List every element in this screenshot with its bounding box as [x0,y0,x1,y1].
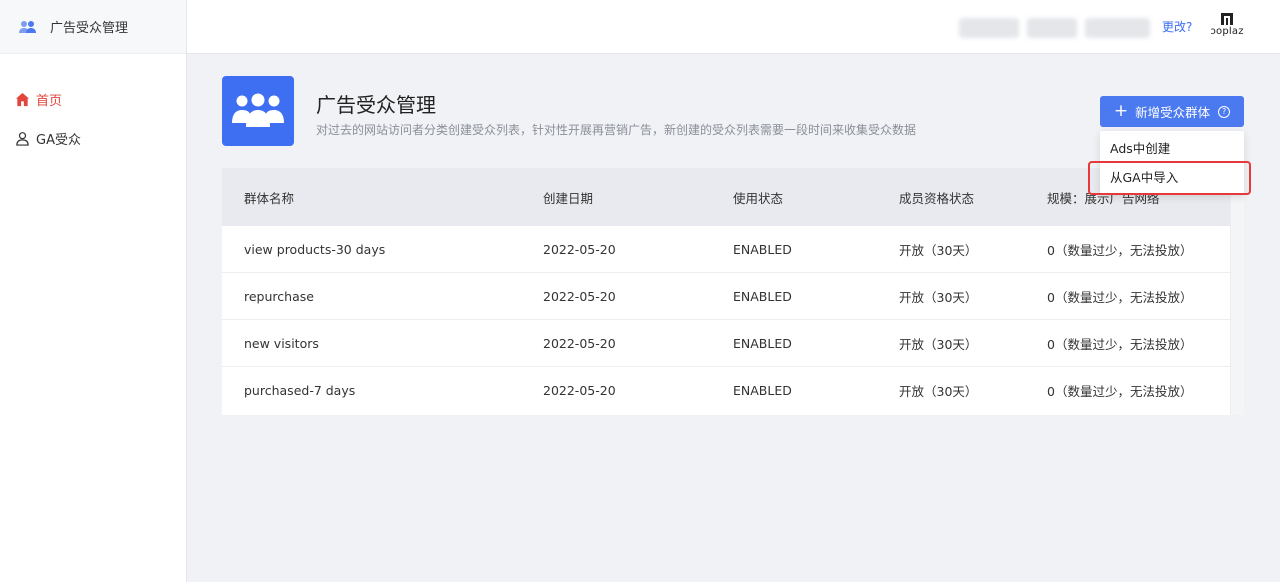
brand-text: ɔoplaz [1210,26,1244,37]
page-description: 对过去的网站访问者分类创建受众列表，针对性开展再营销广告，新创建的受众列表需要一… [316,123,917,137]
cell-name: repurchase [244,288,314,304]
column-header-membership: 成员资格状态 [899,190,975,206]
top-bar: 更改? ɔoplaz [187,0,1280,54]
add-audience-dropdown: Ads中创建 从GA中导入 [1100,131,1244,195]
cell-size: 0（数量过少，无法投放） [1047,384,1193,399]
sidebar-item-ga-audience[interactable]: GA受众 [0,119,186,158]
cell-created-date: 2022-05-20 [543,241,616,257]
menu-item-create-in-ads[interactable]: Ads中创建 [1100,134,1244,163]
cell-created-date: 2022-05-20 [543,335,616,351]
cell-name: new visitors [244,335,319,351]
table-row[interactable]: purchased-7 days 2022-05-20 ENABLED 开放（3… [222,367,1244,414]
table-scrollbar[interactable] [1230,168,1244,415]
menu-item-import-from-ga[interactable]: 从GA中导入 [1100,163,1244,192]
cell-status: ENABLED [733,335,792,351]
column-header-status: 使用状态 [733,190,784,206]
cell-created-date: 2022-05-20 [543,288,616,304]
sidebar-item-label: GA受众 [36,133,81,148]
cell-status: ENABLED [733,383,792,398]
add-audience-button[interactable]: + 新增受众群体 ? [1100,96,1244,127]
redacted-account-block [959,18,1019,38]
add-audience-label: 新增受众群体 [1135,105,1211,120]
sidebar-header: 广告受众管理 [0,0,186,54]
help-icon[interactable]: ? [1218,105,1231,118]
sidebar: 广告受众管理 首页 GA受众 [0,0,187,582]
page-title: 广告受众管理 [316,93,436,117]
sidebar-nav: 首页 GA受众 [0,54,186,158]
brand-logo[interactable]: ɔoplaz [1205,12,1249,37]
sidebar-item-label: 首页 [36,94,63,109]
cell-status: ENABLED [733,241,792,257]
column-header-created-date: 创建日期 [543,190,594,206]
cell-size: 0（数量过少，无法投放） [1047,289,1193,305]
audience-table: 群体名称 创建日期 使用状态 成员资格状态 规模：展示广告网络 view pro… [222,168,1244,415]
cell-name: view products-30 days [244,241,386,257]
cell-membership: 开放（30天） [899,336,978,352]
brand-mark-icon [1221,13,1233,25]
change-account-link[interactable]: 更改? [1162,18,1192,35]
table-row[interactable]: new visitors 2022-05-20 ENABLED 开放（30天） … [222,320,1244,367]
cell-status: ENABLED [733,288,792,304]
app-title: 广告受众管理 [50,21,129,36]
sidebar-item-home[interactable]: 首页 [0,80,186,119]
cell-membership: 开放（30天） [899,242,978,258]
cell-created-date: 2022-05-20 [543,383,616,398]
cell-membership: 开放（30天） [899,384,978,399]
table-row[interactable]: repurchase 2022-05-20 ENABLED 开放（30天） 0（… [222,273,1244,320]
user-icon [14,131,30,147]
home-icon [14,92,30,108]
table-header: 群体名称 创建日期 使用状态 成员资格状态 规模：展示广告网络 [222,168,1244,226]
audience-icon [18,19,38,35]
column-header-name: 群体名称 [244,190,295,206]
cell-membership: 开放（30天） [899,289,978,305]
plus-icon: + [1113,101,1129,121]
cell-size: 0（数量过少，无法投放） [1047,242,1193,258]
audience-group-icon [222,76,294,146]
cell-name: purchased-7 days [244,383,356,398]
redacted-account-block [1027,18,1077,38]
table-row[interactable]: view products-30 days 2022-05-20 ENABLED… [222,226,1244,273]
cell-size: 0（数量过少，无法投放） [1047,336,1193,352]
redacted-account-block [1085,18,1150,38]
